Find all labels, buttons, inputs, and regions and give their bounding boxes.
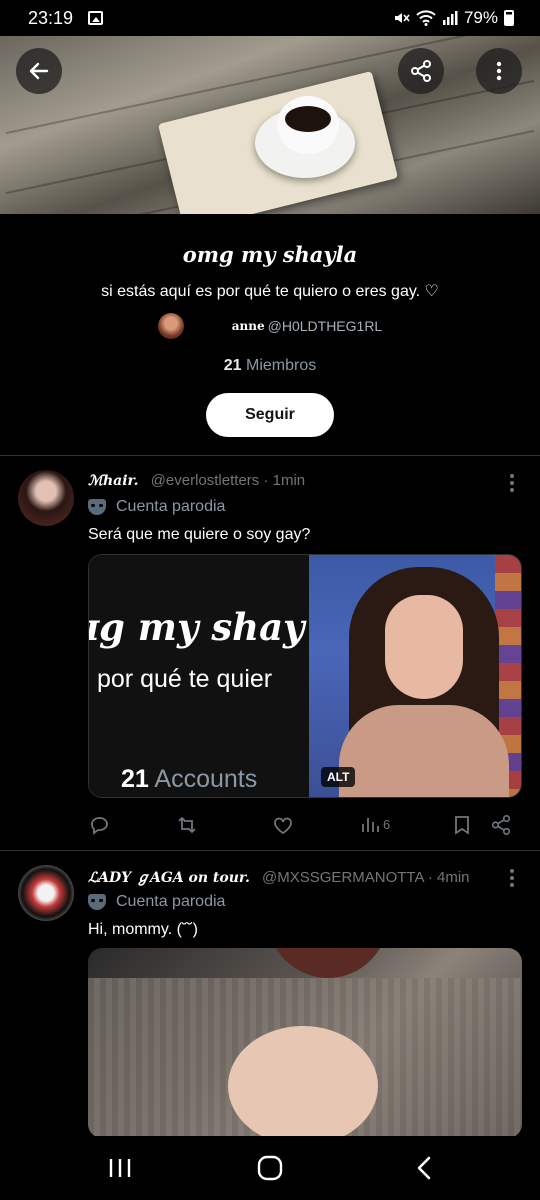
- mute-icon: [394, 13, 410, 23]
- media-zoom-description: por qué te quier: [97, 665, 273, 693]
- post-time: · 4min: [427, 869, 470, 886]
- more-vertical-icon: [496, 61, 502, 81]
- battery-icon: [504, 10, 514, 26]
- member-count-value: 21: [223, 357, 242, 374]
- follow-button[interactable]: Seguir: [206, 393, 334, 437]
- parody-mask-icon: [88, 894, 106, 910]
- coffee-image: [285, 106, 331, 132]
- post-text: Será que me quiere o soy gay?: [88, 526, 311, 543]
- recents-button[interactable]: [90, 1150, 150, 1186]
- bookmark-button[interactable]: [452, 814, 472, 836]
- community-banner: [0, 36, 540, 214]
- back-arrow-icon: [29, 62, 49, 80]
- bookmark-icon: [455, 816, 469, 835]
- post-media[interactable]: [88, 948, 522, 1138]
- more-options-button[interactable]: [476, 48, 522, 94]
- community-creator[interactable]: anne @H0LDTHEG1RL: [0, 313, 540, 339]
- battery-percent: 79%: [463, 8, 498, 27]
- display-name[interactable]: ℳhair.: [88, 473, 139, 489]
- system-nav-bar: [0, 1136, 540, 1200]
- wifi-icon: [416, 10, 436, 26]
- parody-mask-icon: [88, 499, 106, 515]
- status-bar: 23:19 79%: [0, 0, 540, 36]
- reply-icon: [91, 817, 108, 835]
- signal-icon: [442, 11, 458, 25]
- views-icon: [362, 818, 379, 832]
- nav-back-button[interactable]: [394, 1150, 454, 1186]
- media-zoom-label: Accounts: [154, 765, 258, 793]
- avatar[interactable]: [18, 865, 74, 921]
- members-count[interactable]: 21 Miembros: [0, 357, 540, 375]
- home-button[interactable]: [240, 1150, 300, 1186]
- media-screenshot[interactable]: ɪg my shay por qué te quier 21 Accounts: [89, 555, 309, 797]
- media-zoom-count: 21: [121, 765, 149, 793]
- repost-button[interactable]: [176, 814, 198, 836]
- creator-avatar[interactable]: [157, 313, 184, 339]
- media-zoom-title: ɪg my shay: [89, 605, 305, 649]
- views-button[interactable]: 6: [360, 814, 390, 834]
- back-button[interactable]: [16, 48, 62, 94]
- creator-name: anne: [231, 319, 265, 333]
- display-name[interactable]: ℒADY ℊAGA on tour.: [88, 870, 250, 886]
- like-icon: [274, 817, 292, 835]
- post-time: · 1min: [263, 472, 306, 489]
- user-handle[interactable]: @everlostletters: [151, 472, 260, 489]
- more-icon[interactable]: [510, 869, 514, 890]
- reply-button[interactable]: [88, 814, 110, 836]
- home-icon: [257, 1155, 283, 1181]
- views-count: 6: [383, 816, 391, 832]
- share-button[interactable]: [398, 48, 444, 94]
- parody-badge: Cuenta parodia: [116, 893, 226, 910]
- repost-icon: [178, 816, 196, 834]
- like-button[interactable]: [272, 814, 294, 836]
- recents-icon: [109, 1159, 131, 1177]
- community-info: omg my shayla si estás aquí es por qué t…: [0, 214, 540, 437]
- post-actions: 6: [88, 814, 518, 838]
- more-icon[interactable]: [510, 474, 514, 495]
- media-photo[interactable]: ALT: [309, 555, 521, 797]
- back-icon: [417, 1156, 431, 1180]
- post-text: Hi, mommy. (˘˘): [88, 921, 198, 938]
- avatar[interactable]: [18, 470, 74, 526]
- share-post-button[interactable]: [490, 814, 512, 836]
- alt-badge[interactable]: ALT: [321, 767, 356, 787]
- post[interactable]: ℳhair. @everlostletters · 1min Cuenta pa…: [0, 456, 540, 850]
- status-time: 23:19: [28, 8, 74, 28]
- share-icon: [491, 815, 511, 835]
- media-zoom-members: 21 Accounts: [121, 765, 257, 794]
- community-description: si estás aquí es por qué te quiero o ere…: [101, 283, 439, 300]
- parody-badge: Cuenta parodia: [116, 498, 226, 515]
- gallery-icon: [88, 11, 103, 25]
- post-media[interactable]: ɪg my shay por qué te quier 21 Accounts …: [88, 554, 522, 798]
- community-title: omg my shayla: [182, 242, 358, 267]
- creator-handle: @H0LDTHEG1RL: [267, 318, 383, 334]
- members-label: Miembros: [246, 357, 317, 374]
- user-handle[interactable]: @MXSSGERMANOTTA: [262, 869, 424, 886]
- share-icon: [411, 60, 431, 82]
